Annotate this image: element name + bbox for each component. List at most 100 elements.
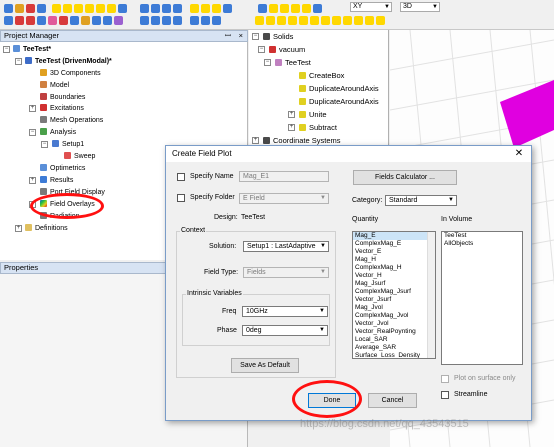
toolbar-icon[interactable] (212, 4, 221, 13)
toolbar-icon[interactable] (37, 16, 46, 25)
plot-on-surface-checkbox[interactable] (441, 375, 449, 383)
category-select[interactable]: Standard ▼ (385, 195, 457, 206)
toolbar-icon[interactable] (96, 4, 105, 13)
quantity-item[interactable]: Mag_Jsurf (353, 280, 435, 288)
expand-icon[interactable]: + (15, 225, 22, 232)
toolbar-icon[interactable] (140, 16, 149, 25)
tree-item-analysis[interactable]: Analysis (40, 127, 76, 138)
toolbar-icon[interactable] (212, 16, 221, 25)
toolbar-icon[interactable] (52, 4, 61, 13)
quantity-item[interactable]: ComplexMag_H (353, 264, 435, 272)
quantity-item[interactable]: Vector_Jvol (353, 320, 435, 328)
expand-icon[interactable]: + (288, 124, 295, 131)
quantity-scrollbar[interactable] (427, 232, 435, 358)
toolbar-icon[interactable] (190, 16, 199, 25)
toolbar-icon[interactable] (26, 16, 35, 25)
toolbar-icon[interactable] (103, 16, 112, 25)
quantity-item[interactable]: Local_SAR (353, 336, 435, 344)
tree-item-project[interactable]: TeeTest* (13, 44, 51, 55)
collapse-icon[interactable]: − (41, 141, 48, 148)
toolbar-icon[interactable] (114, 16, 123, 25)
volume-item[interactable]: TeeTest (442, 232, 522, 240)
toolbar-icon[interactable] (70, 16, 79, 25)
toolbar-icon[interactable] (92, 16, 101, 25)
toolbar-icon[interactable] (140, 4, 149, 13)
cancel-button[interactable]: Cancel (368, 393, 417, 408)
tree-item-boundaries[interactable]: Boundaries (40, 92, 85, 103)
toolbar-icon[interactable] (118, 4, 127, 13)
expand-icon[interactable]: + (29, 177, 36, 184)
toolbar-icon[interactable] (299, 16, 308, 25)
quantity-item[interactable]: Vector_RealPoynting (353, 328, 435, 336)
toolbar-icon[interactable] (332, 16, 341, 25)
close-icon[interactable]: ✕ (513, 148, 525, 160)
toolbar-icon[interactable] (223, 4, 232, 13)
toolbar-icon[interactable] (313, 4, 322, 13)
dimension-select[interactable]: 3D ▼ (400, 2, 440, 12)
toolbar-icon[interactable] (74, 4, 83, 13)
toolbar-icon[interactable] (201, 16, 210, 25)
expand-icon[interactable]: + (252, 137, 259, 144)
toolbar-icon[interactable] (107, 4, 116, 13)
toolbar-icon[interactable] (15, 16, 24, 25)
quantity-item[interactable]: Surface_Loss_Density (353, 352, 435, 358)
tree-item-vacuum[interactable]: vacuum (269, 44, 305, 55)
tree-item-optimetrics[interactable]: Optimetrics (40, 163, 85, 174)
toolbar-icon[interactable] (4, 4, 13, 13)
tree-item-teetest-object[interactable]: TeeTest (275, 57, 311, 68)
toolbar-icon[interactable] (173, 4, 182, 13)
name-field[interactable]: Mag_E1 (239, 171, 329, 182)
tree-item-sweep[interactable]: Sweep (64, 151, 95, 162)
collapse-icon[interactable]: − (252, 33, 259, 40)
tree-item-solids[interactable]: Solids (263, 31, 293, 42)
tree-item-excitations[interactable]: Excitations (40, 103, 84, 114)
tree-item-mesh-operations[interactable]: Mesh Operations (40, 115, 103, 126)
toolbar-icon[interactable] (258, 4, 267, 13)
fields-calculator-button[interactable]: Fields Calculator ... (353, 170, 457, 185)
toolbar-icon[interactable] (302, 4, 311, 13)
tree-item-definitions[interactable]: Definitions (25, 223, 68, 234)
toolbar-icon[interactable] (85, 4, 94, 13)
toolbar-icon[interactable] (15, 4, 24, 13)
tree-item-design[interactable]: TeeTest (DrivenModal)* (25, 56, 112, 67)
streamline-checkbox[interactable] (441, 391, 449, 399)
toolbar-icon[interactable] (288, 16, 297, 25)
toolbar-icon[interactable] (321, 16, 330, 25)
specify-folder-checkbox[interactable] (177, 194, 185, 202)
collapse-icon[interactable]: − (15, 58, 22, 65)
toolbar-icon[interactable] (59, 16, 68, 25)
quantity-item[interactable]: Mag_H (353, 256, 435, 264)
quantity-item[interactable]: Vector_H (353, 272, 435, 280)
toolbar-icon[interactable] (280, 4, 289, 13)
toolbar-icon[interactable] (162, 4, 171, 13)
tree-item-results[interactable]: Results (40, 175, 73, 186)
specify-name-checkbox[interactable] (177, 173, 185, 181)
toolbar-icon[interactable] (310, 16, 319, 25)
phase-select[interactable]: 0deg ▼ (242, 325, 328, 336)
toolbar-icon[interactable] (26, 4, 35, 13)
tree-item-3d-components[interactable]: 3D Components (40, 68, 101, 79)
collapse-icon[interactable]: − (3, 46, 10, 53)
quantity-item[interactable]: ComplexMag_E (353, 240, 435, 248)
volume-list[interactable]: TeeTest AllObjects (441, 231, 523, 365)
collapse-icon[interactable]: − (29, 129, 36, 136)
collapse-icon[interactable]: − (264, 59, 271, 66)
toolbar-icon[interactable] (354, 16, 363, 25)
toolbar-icon[interactable] (48, 16, 57, 25)
toolbar-icon[interactable] (63, 4, 72, 13)
quantity-item[interactable]: Vector_Jsurf (353, 296, 435, 304)
expand-icon[interactable]: + (288, 111, 295, 118)
toolbar-icon[interactable] (190, 4, 199, 13)
toolbar-icon[interactable] (291, 4, 300, 13)
field-type-select[interactable]: Fields ▼ (243, 267, 329, 278)
toolbar-icon[interactable] (266, 16, 275, 25)
toolbar-icon[interactable] (81, 16, 90, 25)
toolbar-icon[interactable] (201, 4, 210, 13)
tree-item-model[interactable]: Model (40, 80, 69, 91)
toolbar-icon[interactable] (365, 16, 374, 25)
toolbar-icon[interactable] (37, 4, 46, 13)
quantity-list[interactable]: Mag_E ComplexMag_E Vector_E Mag_H ComplexMag… (352, 231, 436, 359)
toolbar-icon[interactable] (151, 16, 160, 25)
quantity-item[interactable]: Average_SAR (353, 344, 435, 352)
tree-item-createbox[interactable]: CreateBox (299, 70, 344, 81)
